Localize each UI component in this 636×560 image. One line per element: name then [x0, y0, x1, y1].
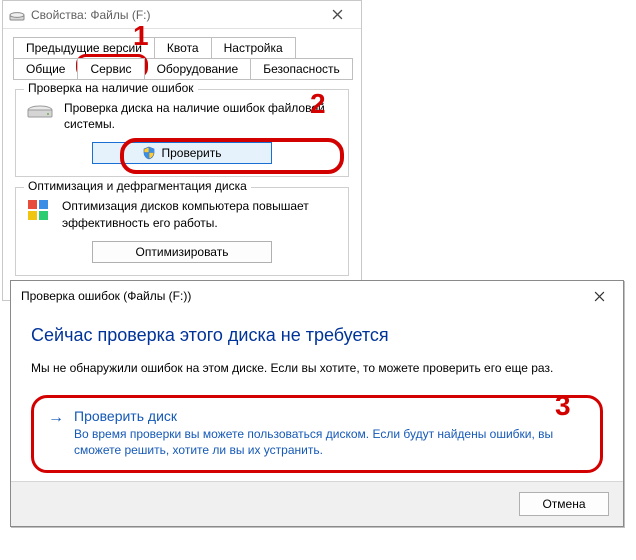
window-title: Свойства: Файлы (F:)	[31, 8, 150, 22]
button-label: Отмена	[542, 497, 585, 511]
check-button[interactable]: Проверить	[92, 142, 272, 164]
dialog-body: Сейчас проверка этого диска не требуется…	[11, 311, 623, 481]
tab-label: Оборудование	[157, 62, 239, 76]
tabs-row-upper: Предыдущие версии Квота Настройка	[3, 37, 361, 58]
defrag-desc: Оптимизация дисков компьютера повышает э…	[62, 198, 338, 230]
tab-general[interactable]: Общие	[13, 58, 78, 80]
link-body: Проверить диск Во время проверки вы може…	[74, 408, 586, 458]
tab-label: Предыдущие версии	[26, 41, 142, 55]
tab-security[interactable]: Безопасность	[250, 58, 353, 80]
button-label: Оптимизировать	[136, 245, 229, 259]
dialog-title: Проверка ошибок (Файлы (F:))	[21, 289, 191, 303]
dialog-text: Мы не обнаружили ошибок на этом диске. Е…	[31, 360, 603, 377]
properties-window: Свойства: Файлы (F:) Предыдущие версии К…	[2, 0, 362, 301]
dialog-titlebar[interactable]: Проверка ошибок (Файлы (F:))	[11, 281, 623, 311]
drive-icon	[26, 100, 54, 125]
tab-label: Общие	[26, 62, 65, 76]
titlebar[interactable]: Свойства: Файлы (F:)	[3, 1, 361, 29]
check-desc: Проверка диска на наличие ошибок файлово…	[64, 100, 338, 132]
close-button[interactable]	[579, 283, 619, 309]
link-subtitle: Во время проверки вы можете пользоваться…	[74, 426, 586, 458]
dialog-footer: Отмена	[11, 481, 623, 526]
arrow-right-icon: →	[48, 410, 64, 458]
scan-drive-link[interactable]: → Проверить диск Во время проверки вы мо…	[31, 395, 603, 473]
cancel-button[interactable]: Отмена	[519, 492, 609, 516]
tab-content: Проверка на наличие ошибок Проверка диск…	[3, 81, 361, 300]
tabs-row-lower: Общие Сервис Оборудование Безопасность	[3, 58, 361, 80]
link-title: Проверить диск	[74, 408, 586, 424]
tab-customize[interactable]: Настройка	[211, 37, 296, 58]
error-check-dialog: Проверка ошибок (Файлы (F:)) Сейчас пров…	[10, 280, 624, 527]
tab-label: Безопасность	[263, 62, 340, 76]
tab-tools[interactable]: Сервис	[77, 58, 144, 80]
tab-hardware[interactable]: Оборудование	[144, 58, 252, 80]
group-defrag: Оптимизация и дефрагментация диска Оптим…	[15, 187, 349, 275]
optimize-button[interactable]: Оптимизировать	[92, 241, 272, 263]
dialog-heading: Сейчас проверка этого диска не требуется	[31, 325, 603, 346]
drive-icon	[9, 7, 25, 23]
group-legend: Проверка на наличие ошибок	[24, 81, 198, 95]
tab-label: Настройка	[224, 41, 283, 55]
tab-quota[interactable]: Квота	[154, 37, 212, 58]
group-error-check: Проверка на наличие ошибок Проверка диск…	[15, 89, 349, 177]
tab-prev-versions[interactable]: Предыдущие версии	[13, 37, 155, 58]
shield-icon	[142, 146, 156, 160]
tab-label: Сервис	[90, 62, 131, 76]
defrag-icon	[26, 198, 52, 224]
button-label: Проверить	[161, 146, 221, 160]
tab-label: Квота	[167, 41, 199, 55]
close-button[interactable]	[317, 3, 357, 27]
group-legend: Оптимизация и дефрагментация диска	[24, 179, 251, 193]
